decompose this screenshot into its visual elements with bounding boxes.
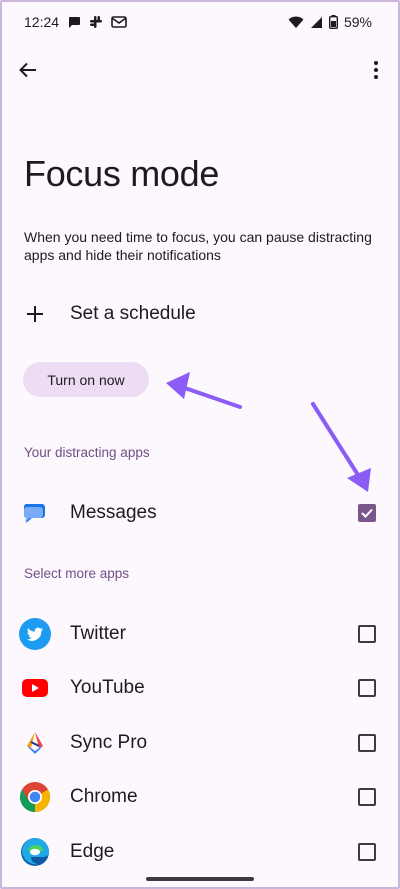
app-checkbox[interactable]	[358, 504, 376, 522]
app-label: Edge	[70, 841, 115, 862]
distracting-apps-header: Your distracting apps	[24, 445, 150, 460]
turn-on-now-button[interactable]: Turn on now	[23, 362, 149, 397]
app-checkbox[interactable]	[358, 734, 376, 752]
status-time: 12:24	[24, 14, 60, 30]
more-options-button[interactable]	[368, 56, 384, 84]
app-label: Sync Pro	[70, 732, 148, 753]
status-right: 59%	[288, 14, 372, 30]
app-row-sync-pro[interactable]: Sync Pro	[18, 723, 382, 763]
arrow-to-messages-checkbox	[311, 402, 371, 492]
app-row-youtube[interactable]: YouTube	[18, 668, 382, 708]
page-title: Focus mode	[24, 153, 220, 194]
sync-pro-icon	[18, 726, 52, 760]
back-button[interactable]	[14, 56, 42, 84]
battery-icon	[328, 15, 338, 29]
top-app-bar	[0, 50, 400, 94]
wifi-icon	[288, 16, 304, 29]
app-label: Messages	[70, 502, 157, 523]
twitter-icon	[18, 617, 52, 651]
app-row-messages[interactable]: Messages	[18, 493, 382, 533]
app-row-twitter[interactable]: Twitter	[18, 614, 382, 654]
youtube-icon	[18, 671, 52, 705]
grid-message-icon	[111, 15, 127, 29]
status-bar: 12:24 59%	[0, 0, 400, 44]
app-label: Twitter	[70, 623, 126, 644]
status-left: 12:24	[24, 14, 127, 30]
select-more-apps-header: Select more apps	[24, 566, 130, 581]
set-schedule-row[interactable]: Set a schedule	[20, 296, 380, 332]
app-checkbox[interactable]	[358, 679, 376, 697]
messages-icon	[18, 496, 52, 530]
signal-icon	[310, 16, 323, 29]
battery-percent: 59%	[343, 14, 372, 30]
set-schedule-label: Set a schedule	[70, 303, 196, 324]
app-checkbox[interactable]	[358, 843, 376, 861]
chrome-icon	[18, 780, 52, 814]
app-checkbox[interactable]	[358, 788, 376, 806]
check-icon	[361, 508, 373, 518]
more-vert-icon	[374, 61, 378, 79]
slack-icon	[89, 15, 103, 29]
arrow-back-icon	[19, 62, 36, 78]
app-row-chrome[interactable]: Chrome	[18, 777, 382, 817]
app-label: Chrome	[70, 786, 138, 807]
app-label: YouTube	[70, 677, 145, 698]
edge-icon	[18, 835, 52, 869]
home-indicator[interactable]	[146, 877, 254, 881]
arrow-to-turn-on-button	[166, 372, 242, 409]
plus-icon	[20, 299, 50, 329]
app-row-edge[interactable]: Edge	[18, 832, 382, 872]
chat-bubble-icon	[67, 15, 81, 29]
page-description: When you need time to focus, you can pau…	[24, 229, 372, 263]
app-checkbox[interactable]	[358, 625, 376, 643]
